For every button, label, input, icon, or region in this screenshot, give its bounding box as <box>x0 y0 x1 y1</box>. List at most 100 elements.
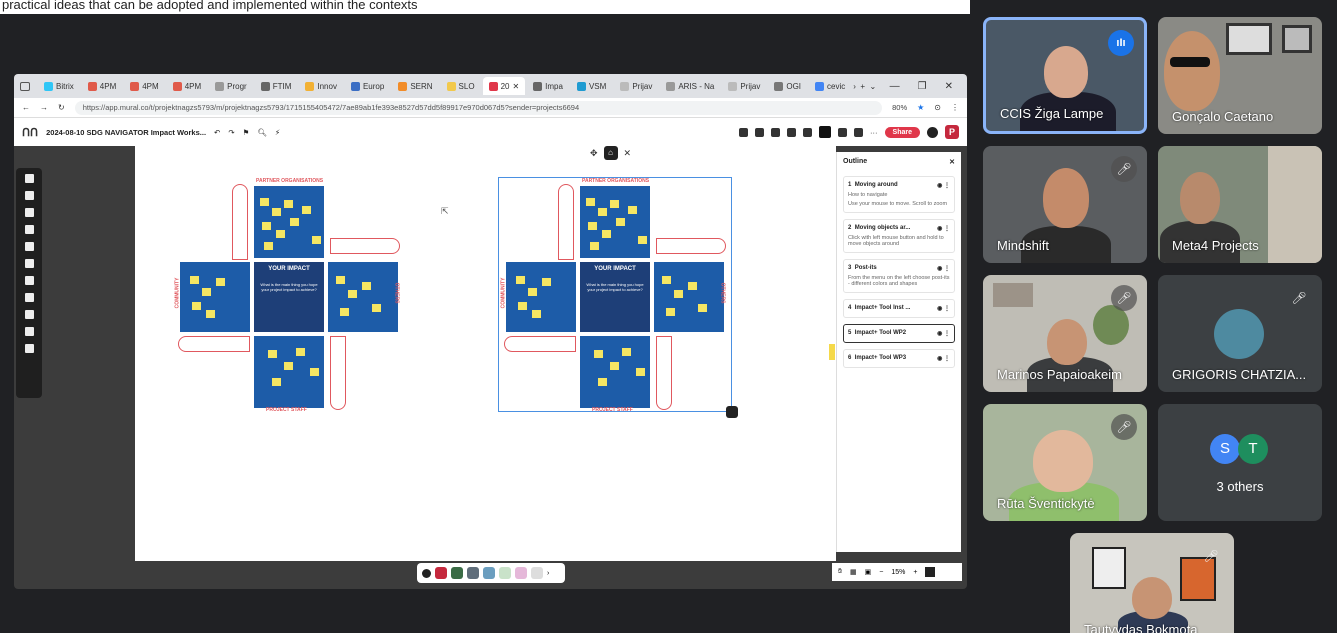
sticky-note[interactable] <box>190 276 199 284</box>
shapes-icon[interactable] <box>24 225 34 234</box>
close-frame-icon[interactable]: ✕ <box>624 148 632 159</box>
eye-icon[interactable]: ◉ ⋮ <box>937 265 950 272</box>
search-icon[interactable]: 🔍︎ <box>257 128 267 137</box>
browser-zoom[interactable]: 80% <box>892 103 907 112</box>
new-tab-icon[interactable]: + <box>860 82 865 91</box>
sticky-note[interactable] <box>216 278 225 286</box>
participant-tile[interactable]: 🎤︎ GRIGORIS CHATZIA... <box>1158 275 1322 392</box>
add-collaborator-icon[interactable] <box>422 568 431 578</box>
bolt-icon[interactable]: ⚡︎ <box>275 128 280 137</box>
hand-icon[interactable]: ✋︎ <box>838 568 842 576</box>
browser-tab[interactable]: SERN <box>392 77 438 95</box>
sticky-note[interactable] <box>348 290 357 298</box>
impact-board-1[interactable]: YOUR IMPACT What is the main thing you ho… <box>172 178 406 413</box>
tab-overview-icon[interactable] <box>20 81 30 91</box>
sticky-note[interactable] <box>268 350 277 358</box>
mural-logo-icon[interactable]: ᑎᑎ <box>22 126 38 139</box>
comment-icon[interactable] <box>755 127 765 137</box>
user-avatar[interactable]: P <box>945 125 959 139</box>
sticky-note[interactable] <box>284 200 293 208</box>
frame-icon[interactable] <box>24 327 34 336</box>
person-icon[interactable] <box>854 127 864 137</box>
help-icon[interactable] <box>927 126 938 138</box>
minimap-icon[interactable] <box>925 567 936 577</box>
fit-icon[interactable]: ▣ <box>865 568 872 576</box>
zoom-in-icon[interactable]: + <box>913 569 917 576</box>
minimize-icon[interactable]: — <box>890 81 900 92</box>
diagram-icon[interactable] <box>24 276 34 285</box>
undo-icon[interactable]: ↶ <box>214 128 220 137</box>
sticky-note-icon[interactable] <box>24 191 34 200</box>
outline-item[interactable]: 4 Impact+ Tool Inst ... ◉ ⋮ <box>843 299 955 318</box>
browser-tab[interactable]: 20 ✕ <box>482 77 526 95</box>
pointer-icon[interactable] <box>787 127 797 137</box>
browser-tab[interactable]: ARIS - Na <box>660 77 720 95</box>
board-quadrant[interactable] <box>328 262 398 332</box>
browser-tab[interactable]: 4PM <box>167 77 207 95</box>
browser-tab[interactable]: Prijav <box>722 77 766 95</box>
collaborator-avatar[interactable] <box>467 567 479 579</box>
eye-icon[interactable]: ◉ ⋮ <box>937 355 950 362</box>
sticky-note[interactable] <box>310 368 319 376</box>
browser-tab[interactable]: SLO <box>441 77 481 95</box>
outline-item[interactable]: 5 Impact+ Tool WP2 ◉ ⋮ <box>843 324 955 343</box>
browser-tab[interactable]: OGI <box>768 77 807 95</box>
tab-scroll-icon[interactable]: › <box>853 82 856 91</box>
sticky-note[interactable] <box>206 310 215 318</box>
eye-icon[interactable]: ◉ ⋮ <box>937 330 950 337</box>
share-button[interactable]: Share <box>884 126 920 138</box>
browser-tab[interactable]: 4PM <box>124 77 164 95</box>
sticky-note[interactable] <box>276 230 285 238</box>
timer-icon[interactable] <box>739 127 749 137</box>
browser-tab[interactable]: FTIM <box>255 77 298 95</box>
sticky-note[interactable] <box>312 236 321 244</box>
participant-tile[interactable]: Meta4 Projects <box>1158 146 1322 263</box>
upload-icon[interactable] <box>24 344 34 353</box>
browser-tab[interactable]: Europ <box>345 77 390 95</box>
sticky-note[interactable] <box>260 198 269 206</box>
browser-tab[interactable]: 4PM <box>82 77 122 95</box>
collaborator-avatar[interactable] <box>531 567 543 579</box>
draw-icon[interactable] <box>24 310 34 319</box>
browser-tab[interactable]: cevic <box>809 77 851 95</box>
outline-item[interactable]: 2 Moving objects ar... ◉ ⋮ Click with left… <box>843 219 955 253</box>
mural-title[interactable]: 2024-08-10 SDG NAVIGATOR Impact Works... <box>46 128 206 137</box>
sticky-note[interactable] <box>272 378 281 386</box>
chevron-right-icon[interactable]: › <box>547 570 549 577</box>
sticky-note[interactable] <box>336 276 345 284</box>
outline-icon[interactable] <box>819 126 832 138</box>
lock-frame-icon[interactable]: ⌂ <box>603 146 618 160</box>
browser-tab[interactable]: VSM <box>571 77 612 95</box>
sticky-note[interactable] <box>340 308 349 316</box>
browser-tab[interactable]: Innov <box>299 77 343 95</box>
chat-icon[interactable] <box>838 127 848 137</box>
tab-list-icon[interactable]: ⌄ <box>870 82 877 91</box>
collaborate-icon[interactable]: ⚑ <box>243 128 250 137</box>
collaborator-avatar[interactable] <box>483 567 495 579</box>
board-arrow[interactable] <box>178 336 250 352</box>
move-icon[interactable]: ✥ <box>590 148 598 159</box>
more-icon[interactable]: ··· <box>870 128 878 137</box>
eye-icon[interactable]: ◉ ⋮ <box>937 225 950 232</box>
outline-item[interactable]: 3 Post-its ◉ ⋮ From the menu on the left c… <box>843 259 955 293</box>
redo-icon[interactable]: ↷ <box>228 128 234 137</box>
templates-icon[interactable] <box>24 174 34 183</box>
participant-tile[interactable]: ıIı CCIS Žiga Lampe <box>983 17 1147 134</box>
sticky-note[interactable] <box>362 282 371 290</box>
sticky-note[interactable] <box>284 362 293 370</box>
collaborator-avatar[interactable] <box>499 567 511 579</box>
selection-frame[interactable] <box>498 177 732 412</box>
sticky-note[interactable] <box>192 302 201 310</box>
browser-tab[interactable]: Prijav <box>614 77 658 95</box>
sticky-note[interactable] <box>264 242 273 250</box>
browser-tab[interactable]: Impa <box>527 77 569 95</box>
collaborator-avatar[interactable] <box>451 567 463 579</box>
sticky-note[interactable] <box>202 288 211 296</box>
frame-lock-icon[interactable] <box>726 406 738 418</box>
board-arrow[interactable] <box>232 184 248 260</box>
collaborator-avatar[interactable] <box>515 567 527 579</box>
maximize-icon[interactable]: ❐ <box>918 81 927 92</box>
sticky-note[interactable] <box>262 222 271 230</box>
sticky-note[interactable] <box>372 304 381 312</box>
back-icon[interactable]: ← <box>22 103 30 112</box>
